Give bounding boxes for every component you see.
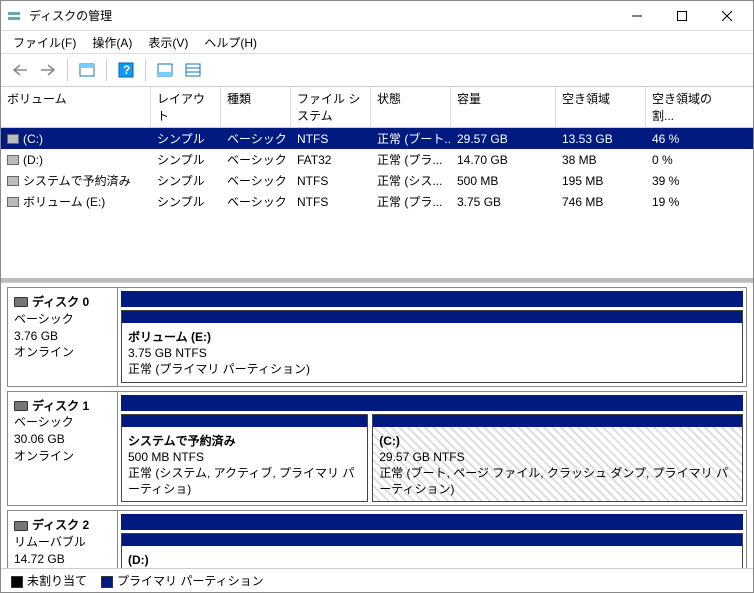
partition[interactable]: ボリューム (E:)3.75 GB NTFS正常 (プライマリ パーティション): [121, 310, 743, 383]
menu-action[interactable]: 操作(A): [86, 32, 138, 53]
col-capacity[interactable]: 容量: [451, 87, 556, 127]
volume-icon: [7, 155, 19, 165]
view-list-icon[interactable]: [180, 57, 206, 83]
menu-help[interactable]: ヘルプ(H): [198, 32, 263, 53]
volume-icon: [7, 197, 19, 207]
partition[interactable]: (D:)14.71 GB FAT32正常 (プライマリ パーティション): [121, 533, 743, 568]
help-icon[interactable]: ?: [113, 57, 139, 83]
svg-text:?: ?: [123, 63, 130, 77]
volume-row[interactable]: (C:)シンプルベーシックNTFS正常 (ブート...29.57 GB13.53…: [1, 128, 753, 149]
col-layout[interactable]: レイアウト: [151, 87, 221, 127]
col-type[interactable]: 種類: [221, 87, 291, 127]
disk-row: ディスク 0ベーシック3.76 GBオンラインボリューム (E:)3.75 GB…: [7, 287, 747, 387]
menu-view[interactable]: 表示(V): [142, 32, 194, 53]
volume-row[interactable]: ボリューム (E:)シンプルベーシックNTFS正常 (プラ...3.75 GB7…: [1, 191, 753, 212]
close-button[interactable]: [704, 2, 749, 30]
volume-row[interactable]: (D:)シンプルベーシックFAT32正常 (プラ...14.70 GB38 MB…: [1, 149, 753, 170]
disk-graphic-section[interactable]: ディスク 0ベーシック3.76 GBオンラインボリューム (E:)3.75 GB…: [1, 282, 753, 568]
maximize-button[interactable]: [659, 2, 704, 30]
view-bottom-icon[interactable]: [152, 57, 178, 83]
window-title: ディスクの管理: [29, 7, 614, 24]
legend-primary: プライマリ パーティション: [101, 572, 264, 589]
partition[interactable]: (C:)29.57 GB NTFS正常 (ブート, ページ ファイル, クラッシ…: [372, 414, 743, 503]
disk-info[interactable]: ディスク 0ベーシック3.76 GBオンライン: [8, 288, 118, 386]
legend-unallocated: 未割り当て: [11, 572, 87, 589]
disk-row: ディスク 1ベーシック30.06 GBオンラインシステムで予約済み500 MB …: [7, 391, 747, 507]
menu-file[interactable]: ファイル(F): [7, 32, 82, 53]
volume-list-header: ボリューム レイアウト 種類 ファイル システム 状態 容量 空き領域 空き領域…: [1, 87, 753, 128]
view-top-icon[interactable]: [74, 57, 100, 83]
disk-icon: [14, 401, 28, 411]
col-free[interactable]: 空き領域: [556, 87, 646, 127]
volume-icon: [7, 176, 19, 186]
forward-button[interactable]: [35, 57, 61, 83]
col-pctfree[interactable]: 空き領域の割...: [646, 87, 736, 127]
toolbar: ?: [1, 53, 753, 87]
disk-icon: [14, 521, 28, 531]
volume-icon: [7, 134, 19, 144]
menubar: ファイル(F) 操作(A) 表示(V) ヘルプ(H): [1, 31, 753, 53]
col-fs[interactable]: ファイル システム: [291, 87, 371, 127]
titlebar: ディスクの管理: [1, 1, 753, 31]
volume-list-body[interactable]: (C:)シンプルベーシックNTFS正常 (ブート...29.57 GB13.53…: [1, 128, 753, 278]
volume-list: ボリューム レイアウト 種類 ファイル システム 状態 容量 空き領域 空き領域…: [1, 87, 753, 282]
col-status[interactable]: 状態: [371, 87, 451, 127]
app-icon: [5, 7, 23, 25]
disk-info[interactable]: ディスク 2リムーバブル14.72 GBオンライン: [8, 511, 118, 568]
volume-row[interactable]: システムで予約済みシンプルベーシックNTFS正常 (シス...500 MB195…: [1, 170, 753, 191]
disk-icon: [14, 297, 28, 307]
minimize-button[interactable]: [614, 2, 659, 30]
disk-info[interactable]: ディスク 1ベーシック30.06 GBオンライン: [8, 392, 118, 506]
disk-row: ディスク 2リムーバブル14.72 GBオンライン(D:)14.71 GB FA…: [7, 510, 747, 568]
col-volume[interactable]: ボリューム: [1, 87, 151, 127]
legend: 未割り当て プライマリ パーティション: [1, 568, 753, 592]
back-button[interactable]: [7, 57, 33, 83]
partition[interactable]: システムで予約済み500 MB NTFS正常 (システム, アクティブ, プライ…: [121, 414, 368, 503]
